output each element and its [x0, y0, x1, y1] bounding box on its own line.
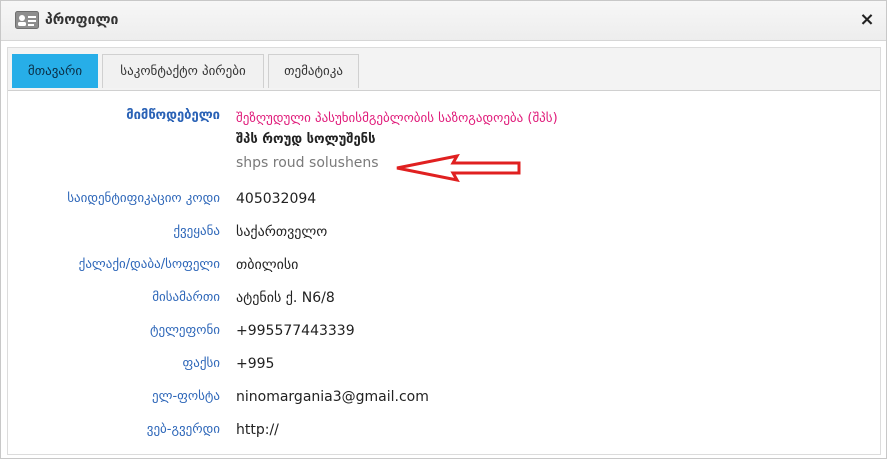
tab-thematics[interactable]: თემატიკა	[268, 54, 359, 88]
field-value: 405032094	[236, 191, 317, 207]
field-label: ქალაქი/დაბა/სოფელი	[78, 257, 220, 272]
dialog-titlebar: პროფილი ×	[1, 1, 886, 41]
field-value: საქართველო	[236, 224, 328, 240]
field-value: http://	[236, 422, 279, 438]
field-label: მისამართი	[152, 290, 220, 305]
field-row-city: ქალაქი/დაბა/სოფელი თბილისი	[8, 257, 880, 279]
tab-contact-persons[interactable]: საკონტაქტო პირები	[102, 54, 264, 88]
field-value: ატენის ქ. N6/8	[236, 290, 335, 306]
field-row-id-code: საიდენტიფიკაციო კოდი 405032094	[8, 191, 880, 213]
profile-dialog: პროფილი × მთავარი საკონტაქტო პირები თემა…	[0, 0, 887, 459]
field-value: ninomargania3@gmail.com	[236, 389, 429, 405]
field-row-phone: ტელეფონი +995577443339	[8, 323, 880, 345]
field-label: ვებ-გვერდი	[146, 422, 220, 437]
field-row-email: ელ-ფოსტა ninomargania3@gmail.com	[8, 389, 880, 411]
field-label: ფაქსი	[182, 356, 220, 371]
field-label: ელ-ფოსტა	[152, 389, 220, 404]
field-row-fax: ფაქსი +995	[8, 356, 880, 378]
tab-main[interactable]: მთავარი	[12, 54, 98, 88]
close-icon[interactable]: ×	[858, 11, 876, 29]
supplier-name-row: შპს როუდ სოლუშენს	[8, 132, 880, 154]
field-label: საიდენტიფიკაციო კოდი	[67, 191, 220, 206]
red-arrow-annotation	[396, 154, 521, 182]
field-label: ტელეფონი	[149, 323, 220, 338]
field-label: ქვეყანა	[173, 224, 220, 239]
supplier-legal-form: შეზღუდული პასუხისმგებლობის საზოგადოება (…	[236, 111, 558, 126]
supplier-name-ka: შპს როუდ სოლუშენს	[236, 132, 376, 147]
supplier-name-latin: shps roud solushens	[236, 155, 379, 171]
dialog-title: პროფილი	[45, 12, 119, 28]
tab-bar: მთავარი საკონტაქტო პირები თემატიკა	[8, 48, 880, 91]
field-row-website: ვებ-გვერდი http://	[8, 422, 880, 444]
field-value: +995	[236, 356, 275, 372]
field-row-address: მისამართი ატენის ქ. N6/8	[8, 290, 880, 312]
field-value: +995577443339	[236, 323, 355, 339]
supplier-label: მიმწოდებელი	[126, 108, 220, 123]
supplier-row: მიმწოდებელი შეზღუდული პასუხისმგებლობის ს…	[8, 108, 880, 130]
field-row-country: ქვეყანა საქართველო	[8, 224, 880, 246]
profile-card-icon	[15, 11, 39, 29]
field-value: თბილისი	[236, 257, 299, 273]
dialog-content: მთავარი საკონტაქტო პირები თემატიკა მიმწო…	[7, 47, 881, 455]
